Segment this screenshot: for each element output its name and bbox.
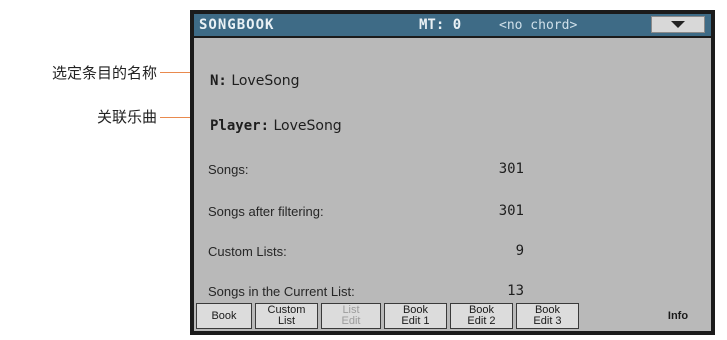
chord-display: <no chord> — [499, 18, 578, 33]
callout-selected-name: 选定条目的名称 — [51, 64, 157, 82]
tab-book-edit-1[interactable]: Book Edit 1 — [384, 303, 447, 329]
page-title: SONGBOOK — [199, 17, 275, 33]
name-value: LoveSong — [231, 73, 300, 89]
songs-filtered-label: Songs after filtering: — [208, 204, 324, 219]
custom-lists-value: 9 — [515, 243, 524, 259]
current-list-value: 13 — [507, 283, 524, 299]
tab-book-edit-3-line2: Edit 3 — [533, 315, 562, 327]
title-bar: SONGBOOK MT: 0 <no chord> — [194, 14, 711, 36]
songs-label: Songs: — [208, 162, 249, 177]
tab-info[interactable]: Info — [649, 303, 707, 329]
info-panel: N: LoveSong Player: LoveSong Songs: 301 … — [194, 38, 711, 302]
current-list-label: Songs in the Current List: — [208, 284, 355, 299]
player-value: LoveSong — [273, 118, 342, 134]
tab-list-edit[interactable]: List Edit — [321, 303, 381, 329]
name-row: N: LoveSong — [210, 73, 300, 89]
tab-book[interactable]: Book — [196, 303, 252, 329]
tab-book-edit-2-line2: Edit 2 — [467, 315, 496, 327]
page-menu-button[interactable] — [651, 16, 705, 33]
tab-book-edit-2[interactable]: Book Edit 2 — [450, 303, 513, 329]
tab-book-edit-3[interactable]: Book Edit 3 — [516, 303, 579, 329]
songs-value: 301 — [498, 161, 524, 177]
name-label: N: — [210, 73, 227, 89]
songbook-screen: SONGBOOK MT: 0 <no chord> N: LoveSong Pl… — [190, 10, 715, 335]
tab-list-edit-line2: Edit — [341, 315, 361, 327]
tab-bar: Book Custom List List Edit Book Edit 1 B… — [194, 302, 711, 331]
tab-info-label: Info — [667, 309, 689, 322]
triangle-down-icon — [671, 21, 685, 28]
tab-book-edit-1-line2: Edit 1 — [401, 315, 430, 327]
master-transpose: MT: 0 — [419, 17, 462, 33]
tab-book-label: Book — [211, 309, 237, 322]
player-row: Player: LoveSong — [210, 118, 342, 134]
songs-filtered-value: 301 — [498, 203, 524, 219]
callout-linked-song: 关联乐曲 — [96, 108, 157, 126]
player-label: Player: — [210, 118, 270, 134]
tab-custom-list-line2: List — [277, 315, 296, 327]
custom-lists-label: Custom Lists: — [208, 244, 287, 259]
tab-custom-list[interactable]: Custom List — [255, 303, 318, 329]
